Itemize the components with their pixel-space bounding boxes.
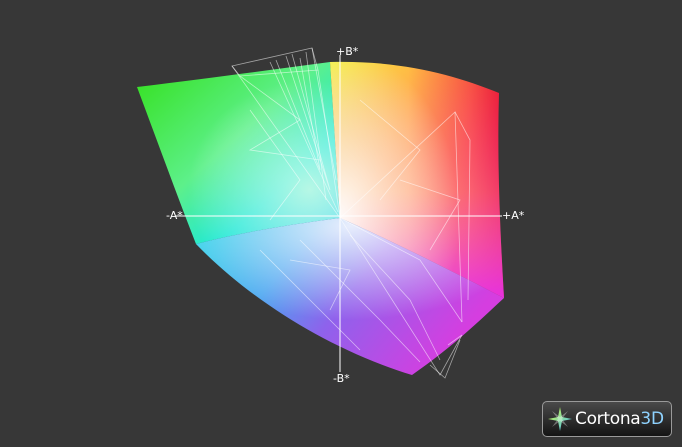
axis-label-minus-a: -A* [166,209,183,222]
axis-label-plus-a: +A* [502,209,525,222]
axis-label-minus-b: -B* [333,372,350,385]
logo-suffix: 3D [640,409,664,429]
logo-text: Cortona3D [575,409,664,429]
axis-label-plus-b: +B* [336,45,359,58]
logo-name: Cortona [575,409,641,429]
3d-viewport[interactable]: +B* +A* -A* -B* Cortona3D [0,0,682,447]
cortona3d-logo-button[interactable]: Cortona3D [542,401,672,437]
cortona-star-icon [548,407,572,431]
